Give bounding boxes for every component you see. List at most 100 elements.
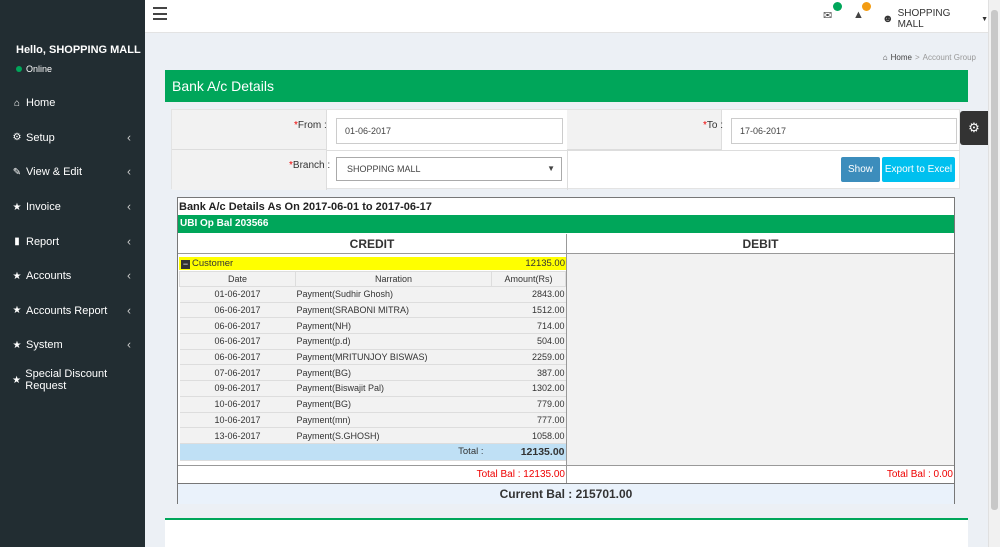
cell-date: 10-06-2017	[179, 396, 296, 413]
debit-section	[567, 254, 954, 465]
transactions-table: Date Narration Amount(Rs) 01-06-2017 Paym…	[179, 271, 566, 461]
sidebar-menu: ⌂ Home ⚙ Setup ‹ ✎ View & Edit ‹ ★ Invoice ‹ ▮ R…	[0, 86, 145, 397]
branch-select[interactable]: SHOPPING MALL ▼	[336, 157, 562, 181]
sidebar-item-home[interactable]: ⌂ Home	[0, 86, 145, 121]
caret-down-icon: ▼	[981, 15, 988, 23]
table-row: 09-06-2017 Payment(Biswajit Pal) 1302.00	[179, 380, 566, 397]
show-button[interactable]: Show	[841, 157, 880, 182]
sidebar-item-special-discount[interactable]: ★ Special Discount Request	[0, 363, 145, 398]
menu-toggle-icon[interactable]	[153, 7, 167, 20]
total-value: 12135.00	[491, 443, 566, 461]
cell-narration: Payment(BG)	[295, 396, 492, 413]
breadcrumb-home-link[interactable]: Home	[891, 53, 912, 62]
warning-icon[interactable]: ▲	[853, 9, 864, 21]
star-icon: ★	[12, 270, 22, 282]
mail-badge	[833, 2, 842, 11]
star-icon: ★	[12, 305, 22, 317]
cell-date: 06-06-2017	[179, 333, 296, 350]
sidebar-item-report[interactable]: ▮ Report ‹	[0, 224, 145, 259]
user-menu-label: SHOPPING MALL	[897, 8, 951, 30]
cell-narration: Payment(BG)	[295, 364, 492, 382]
cell-narration: Payment(NH)	[295, 317, 492, 335]
table-row: 06-06-2017 Payment(NH) 714.00	[179, 317, 566, 335]
chevron-left-icon: ‹	[127, 303, 131, 318]
report-title: Bank A/c Details As On 2017-06-01 to 201…	[179, 201, 432, 213]
cell-amount: 1058.00	[491, 427, 566, 444]
table-row: 10-06-2017 Payment(BG) 779.00	[179, 396, 566, 413]
user-menu[interactable]: ☻ SHOPPING MALL ▼	[882, 8, 988, 30]
chevron-left-icon: ‹	[127, 268, 131, 283]
user-panel: Hello, SHOPPING MALL Online	[16, 44, 141, 74]
sidebar-item-invoice[interactable]: ★ Invoice ‹	[0, 190, 145, 225]
scrollbar-thumb[interactable]	[991, 10, 998, 510]
settings-gear-icon[interactable]: ⚙	[960, 111, 988, 145]
breadcrumb-separator: >	[914, 53, 920, 62]
cell-narration: Payment(MRITUNJOY BISWAS)	[295, 349, 492, 366]
cell-amount: 1512.00	[491, 302, 566, 319]
report-table: Bank A/c Details As On 2017-06-01 to 201…	[177, 197, 955, 504]
chevron-left-icon: ‹	[127, 337, 131, 352]
table-row: 06-06-2017 Payment(MRITUNJOY BISWAS) 2259.…	[179, 349, 566, 366]
sidebar-item-label: Setup	[26, 131, 55, 144]
from-date-input[interactable]: 01-06-2017	[336, 118, 563, 144]
sidebar-item-view-edit[interactable]: ✎ View & Edit ‹	[0, 155, 145, 190]
cell-amount: 1302.00	[491, 380, 566, 397]
cell-amount: 714.00	[491, 317, 566, 335]
cell-date: 06-06-2017	[179, 317, 296, 335]
user-icon: ☻	[882, 13, 894, 25]
sidebar-item-system[interactable]: ★ System ‹	[0, 328, 145, 363]
chevron-left-icon: ‹	[127, 233, 131, 248]
branch-label: *Branch :	[289, 160, 331, 171]
table-row: 06-06-2017 Payment(p.d) 504.00	[179, 333, 566, 350]
to-label: *To :	[703, 120, 724, 131]
chevron-left-icon: ‹	[127, 130, 131, 145]
sidebar-item-label: Accounts	[26, 270, 72, 283]
table-row: 13-06-2017 Payment(S.GHOSH) 1058.00	[179, 427, 566, 444]
credit-header: CREDIT	[178, 234, 567, 254]
column-header-amount: Amount(Rs)	[491, 271, 566, 287]
table-row: 01-06-2017 Payment(Sudhir Ghosh) 2843.00	[179, 286, 566, 303]
top-navbar: ✉ ▲ ☻ SHOPPING MALL ▼	[145, 0, 988, 33]
cell-date: 10-06-2017	[179, 412, 296, 429]
online-dot-icon	[16, 66, 22, 72]
cell-narration: Payment(p.d)	[295, 333, 492, 350]
cell-amount: 779.00	[491, 396, 566, 413]
edit-icon: ✎	[12, 166, 22, 178]
to-date-input[interactable]: 17-06-2017	[731, 118, 957, 144]
cell-date: 06-06-2017	[179, 349, 296, 366]
online-label: Online	[26, 64, 53, 74]
table-row: 10-06-2017 Payment(mn) 777.00	[179, 412, 566, 429]
star-icon: ★	[12, 201, 22, 213]
collapse-minus-icon[interactable]: −	[181, 260, 190, 269]
sidebar-item-label: Special Discount Request	[25, 368, 108, 393]
cell-date: 13-06-2017	[179, 427, 296, 444]
cell-narration: Payment(mn)	[295, 412, 492, 429]
from-label: *From :	[294, 120, 327, 131]
cell-amount: 777.00	[491, 412, 566, 429]
sidebar-item-label: Home	[26, 97, 56, 110]
breadcrumb: ⌂ Home > Account Group	[883, 53, 976, 62]
debit-header: DEBIT	[567, 234, 954, 254]
cell-date: 07-06-2017	[179, 364, 296, 382]
star-icon: ★	[12, 374, 22, 386]
user-greeting: Hello, SHOPPING MALL	[16, 44, 141, 56]
chevron-left-icon: ‹	[127, 199, 131, 214]
sidebar-item-setup[interactable]: ⚙ Setup ‹	[0, 121, 145, 156]
cell-amount: 2259.00	[491, 349, 566, 366]
chevron-left-icon: ‹	[127, 164, 131, 179]
sidebar-item-label: System	[26, 339, 63, 352]
export-excel-button[interactable]: Export to Excel	[882, 157, 955, 182]
sidebar-item-label: Accounts Report	[26, 304, 108, 317]
column-header-narration: Narration	[295, 271, 492, 287]
total-label: Total :	[295, 443, 492, 461]
envelope-icon[interactable]: ✉	[823, 9, 832, 22]
sidebar-item-label: Report	[26, 235, 60, 248]
home-icon: ⌂	[13, 97, 21, 109]
vertical-scrollbar[interactable]	[988, 0, 1000, 547]
sidebar-item-accounts-report[interactable]: ★ Accounts Report ‹	[0, 294, 145, 329]
sidebar: Hello, SHOPPING MALL Online ⌂ Home ⚙ Setup…	[0, 0, 145, 547]
total-row: Total :12135.00	[179, 443, 566, 461]
group-row-customer[interactable]: − Customer 12135.00	[179, 257, 566, 270]
sidebar-item-accounts[interactable]: ★ Accounts ‹	[0, 259, 145, 294]
cell-narration: Payment(Biswajit Pal)	[295, 380, 492, 397]
